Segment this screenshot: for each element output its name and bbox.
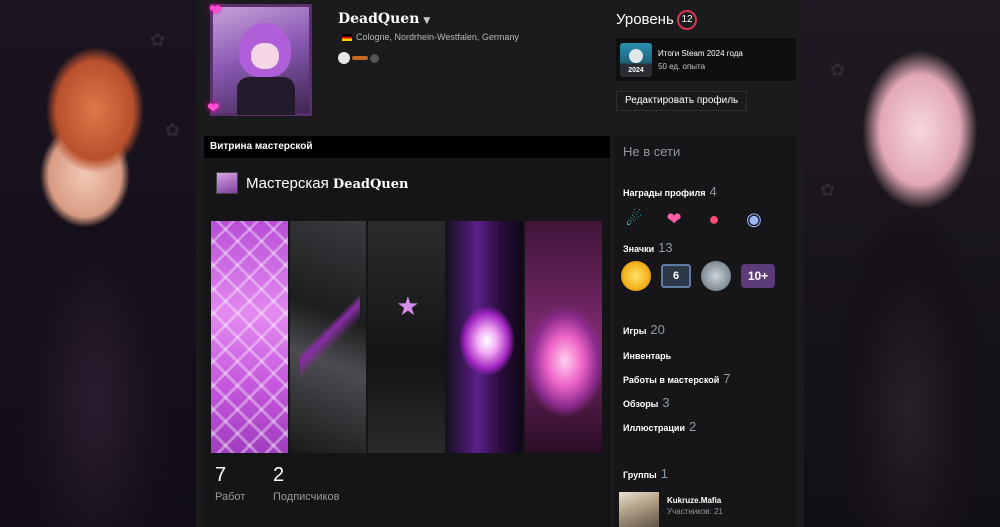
avatar-body — [237, 77, 295, 115]
link-count: 3 — [662, 395, 670, 410]
link-label: Инвентарь — [623, 351, 672, 361]
badge-list: 6 10+ — [621, 261, 775, 291]
link-count: 20 — [650, 322, 665, 337]
link-label: Иллюстрации — [623, 423, 685, 433]
circle-icon[interactable] — [370, 53, 379, 63]
reviews-link[interactable]: Обзоры 3 — [623, 395, 670, 410]
profile-awards-link[interactable]: Награды профиля 4 — [623, 184, 717, 199]
level-label: Уровень — [616, 11, 674, 28]
workshop-items — [211, 221, 602, 453]
group-members: Участников: 21 — [667, 507, 723, 516]
workshop-link[interactable]: Работы в мастерской 7 — [623, 371, 730, 386]
award-list: ☄ ❤ ● ◉ — [621, 206, 767, 232]
profile-location: Cologne, Nordrhein-Westfalen, Germany — [342, 32, 519, 42]
stat-value: 2 — [273, 464, 285, 486]
groups-label: Группы — [623, 470, 657, 480]
workshop-item[interactable] — [211, 221, 288, 453]
workshop-item[interactable] — [446, 221, 524, 453]
profile-sidebar: Не в сети Награды профиля 4 ☄ ❤ ● ◉ Значк… — [615, 136, 796, 527]
location-text: Cologne, Nordrhein-Westfalen, Germany — [356, 32, 519, 42]
year-review-title: Итоги Steam 2024 года — [658, 48, 743, 58]
badges-count: 13 — [658, 240, 673, 255]
group-avatar[interactable] — [619, 492, 659, 527]
stat-items[interactable]: 7 Работ — [215, 464, 245, 503]
link-count: 2 — [689, 419, 697, 434]
profile-avatar[interactable]: ❤ ❤ — [207, 2, 312, 117]
heart-frame-icon: ❤ — [207, 100, 220, 117]
workshop-title-name: DeadQuen — [332, 176, 409, 192]
workshop-title-prefix: Мастерская — [246, 174, 329, 192]
heart-award-icon[interactable]: ❤ — [661, 206, 687, 232]
years-badge-icon[interactable]: 10+ — [741, 264, 775, 288]
workshop-title[interactable]: Мастерская DeadQuen — [216, 172, 408, 194]
bird-award-icon[interactable]: ● — [701, 206, 727, 232]
badges-link[interactable]: Значки 13 — [623, 240, 673, 255]
workshop-name[interactable]: Мастерская DeadQuen — [246, 175, 408, 192]
workshop-item[interactable] — [368, 221, 445, 453]
stat-label: Работ — [215, 491, 246, 503]
link-label: Обзоры — [623, 399, 659, 409]
steam-logo-icon — [629, 48, 643, 63]
paw-icon: ✿ — [150, 30, 166, 50]
steam-year-icon: 2024 — [620, 42, 652, 77]
stat-label: Подписчиков — [273, 491, 340, 503]
avatar-face — [251, 43, 279, 69]
profile-name-text: DeadQuen — [338, 11, 420, 27]
workshop-avatar[interactable] — [216, 172, 238, 194]
level-badge[interactable]: 12 — [677, 10, 697, 30]
group-info: Kukruze.Mafia Участников: 21 — [667, 492, 723, 527]
games-link[interactable]: Игры 20 — [623, 322, 665, 337]
stat-value: 7 — [215, 464, 227, 486]
profile-mini-badges — [338, 52, 379, 64]
background-art-right: ✿ ✿ — [800, 0, 1000, 527]
germany-flag-icon — [342, 33, 352, 41]
tiger-award-icon[interactable]: ◉ — [741, 206, 767, 232]
level-6-badge-icon[interactable]: 6 — [661, 264, 691, 288]
silver-badge-icon[interactable] — [701, 261, 731, 291]
groups-link[interactable]: Группы 1 — [623, 466, 668, 481]
paw-icon: ✿ — [165, 120, 181, 140]
awards-count: 4 — [709, 184, 717, 199]
key-icon[interactable] — [338, 52, 350, 64]
edit-profile-button[interactable]: Редактировать профиль — [616, 91, 748, 111]
badges-label: Значки — [623, 244, 655, 254]
link-count: 7 — [723, 371, 731, 386]
inventory-link[interactable]: Инвентарь — [623, 351, 671, 361]
awards-label: Награды профиля — [623, 188, 706, 198]
group-name[interactable]: Kukruze.Mafia — [667, 496, 723, 505]
background-art-left: ✿ ✿ — [0, 0, 200, 527]
year-review-xp: 50 ед. опыта — [658, 61, 706, 71]
link-label: Игры — [623, 326, 647, 336]
heart-frame-icon: ❤ — [209, 2, 222, 19]
workshop-showcase: Витрина мастерской Мастерская DeadQuen 7… — [204, 136, 610, 527]
comet-award-icon[interactable]: ☄ — [621, 206, 647, 232]
workshop-item[interactable] — [289, 221, 367, 453]
online-status: Не в сети — [623, 144, 681, 159]
profile-page: ❤ ❤ DeadQuen ▼ Cologne, Nordrhein-Westfal… — [196, 0, 804, 527]
showcase-header: Витрина мастерской — [204, 136, 610, 158]
group-item[interactable]: Kukruze.Mafia Участников: 21 — [619, 492, 723, 527]
paw-icon: ✿ — [820, 180, 836, 200]
profile-name[interactable]: DeadQuen ▼ — [338, 11, 430, 27]
workshop-item[interactable] — [525, 221, 602, 453]
gold-badge-icon[interactable] — [621, 261, 651, 291]
paw-icon: ✿ — [830, 60, 846, 80]
artwork-link[interactable]: Иллюстрации 2 — [623, 419, 696, 434]
year-review-text: Итоги Steam 2024 года 50 ед. опыта — [658, 47, 743, 73]
link-label: Работы в мастерской — [623, 375, 720, 385]
groups-count: 1 — [660, 466, 668, 481]
year-review-box[interactable]: 2024 Итоги Steam 2024 года 50 ед. опыта — [616, 38, 796, 81]
year-icon-label: 2024 — [628, 66, 644, 74]
chevron-down-icon[interactable]: ▼ — [423, 16, 430, 26]
stat-followers[interactable]: 2 Подписчиков — [273, 464, 339, 503]
key-shaft-icon — [352, 56, 368, 60]
